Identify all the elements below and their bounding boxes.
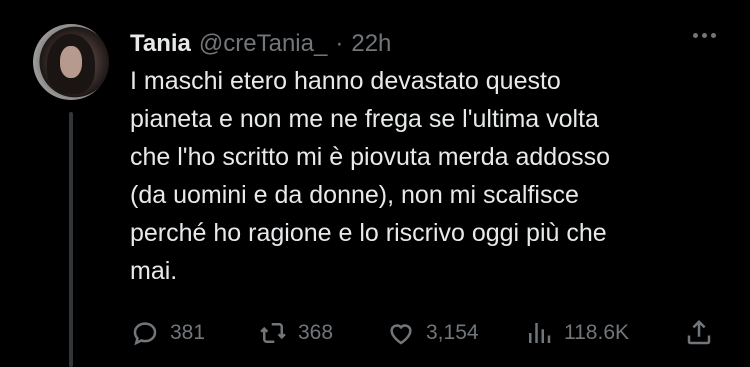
tweet[interactable]: Tania @creTania_ · 22h I maschi etero ha… [0, 0, 750, 367]
more-dot [702, 33, 707, 38]
retweet-icon [260, 323, 286, 343]
reply-button[interactable]: 381 [130, 318, 230, 348]
thread-line [69, 112, 73, 367]
avatar-column [33, 24, 109, 100]
tweet-content: Tania @creTania_ · 22h I maschi etero ha… [130, 26, 730, 290]
more-dot [711, 33, 716, 38]
tweet-header: Tania @creTania_ · 22h [130, 26, 730, 62]
share-icon [687, 319, 711, 345]
retweet-button[interactable]: 368 [258, 318, 333, 348]
reply-icon [133, 322, 157, 346]
author-name[interactable]: Tania [130, 30, 191, 58]
avatar-face [60, 46, 82, 78]
more-dot [693, 33, 698, 38]
views-button[interactable]: 118.6K [524, 318, 629, 348]
tweet-actions: 381 368 3,154 118.6K [130, 318, 720, 348]
more-icon[interactable] [693, 33, 716, 38]
share-button[interactable] [684, 318, 714, 348]
header-separator: · [335, 30, 344, 57]
views-count: 118.6K [564, 321, 629, 344]
retweet-count: 368 [298, 321, 334, 344]
reply-count: 381 [170, 321, 206, 344]
heart-icon [390, 324, 412, 345]
avatar[interactable] [33, 24, 109, 100]
tweet-text: I maschi etero hanno devastato questo pi… [130, 67, 611, 285]
like-button[interactable]: 3,154 [386, 318, 479, 348]
like-count: 3,154 [426, 321, 479, 344]
views-icon [529, 323, 551, 343]
tweet-time[interactable]: 22h [351, 30, 391, 58]
author-handle[interactable]: @creTania_ [199, 30, 327, 58]
